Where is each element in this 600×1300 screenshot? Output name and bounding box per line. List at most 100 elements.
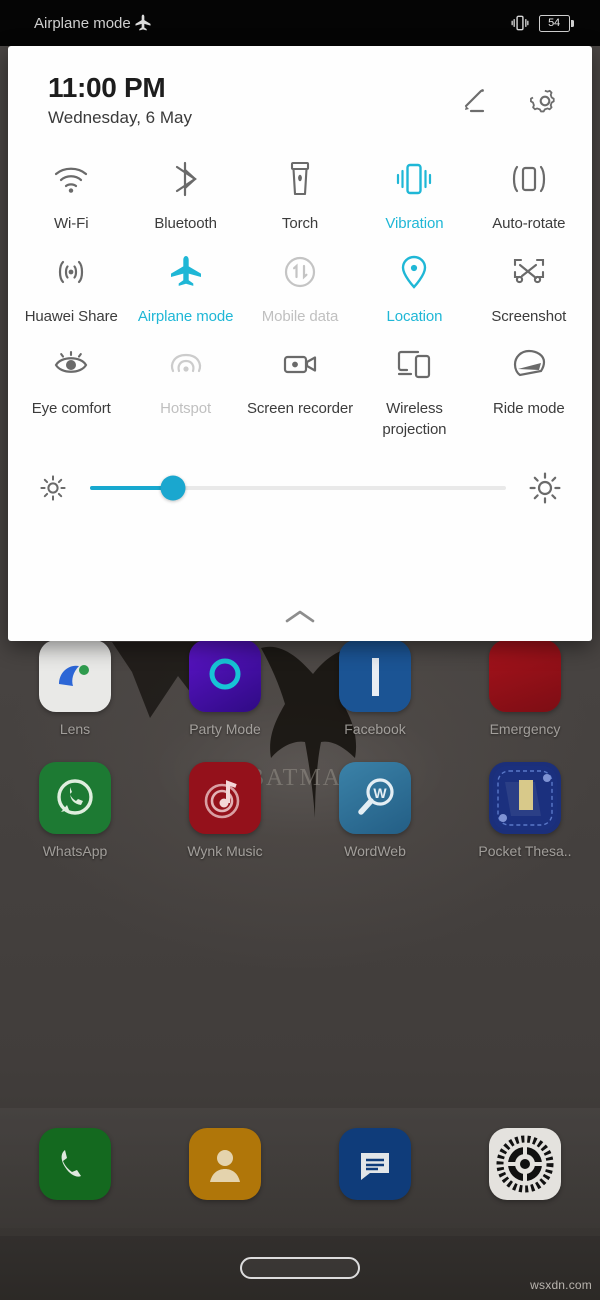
app-label: WhatsApp bbox=[42, 843, 108, 859]
toggle-label: Screenshot bbox=[491, 307, 567, 325]
wifi-icon bbox=[50, 156, 92, 202]
toggle-label: Airplane mode bbox=[137, 307, 234, 325]
toggle-ride-mode[interactable]: Ride mode bbox=[472, 327, 586, 441]
toggle-label: Wireless projection bbox=[382, 399, 447, 439]
airplane-icon bbox=[133, 13, 153, 33]
eye-comfort-icon bbox=[50, 341, 92, 387]
screen-recorder-icon bbox=[279, 341, 321, 387]
brightness-low-icon[interactable] bbox=[38, 473, 68, 503]
toggle-vibration[interactable]: Vibration bbox=[357, 142, 471, 234]
toggle-screen-recorder[interactable]: Screen recorder bbox=[243, 327, 357, 441]
toggle-torch[interactable]: Torch bbox=[243, 142, 357, 234]
app-item-pocket-thesaurus[interactable]: Pocket Thesa.. bbox=[450, 762, 600, 859]
app-row-2: WhatsApp Wynk Music W WordWeb Pocket The… bbox=[0, 762, 600, 859]
app-label: Emergency bbox=[489, 721, 561, 737]
ride-mode-icon bbox=[508, 341, 550, 387]
toggle-label: Wi-Fi bbox=[53, 215, 89, 233]
messages-icon bbox=[339, 1128, 411, 1200]
toggle-label: Ride mode bbox=[493, 399, 565, 417]
toggle-row-1: Wi-Fi Bluetooth Torch Vibration Auto-rot… bbox=[14, 142, 586, 234]
google-lens-icon bbox=[39, 640, 111, 712]
toggle-bluetooth[interactable]: Bluetooth bbox=[128, 142, 242, 234]
torch-icon bbox=[279, 156, 321, 202]
huawei-share-icon bbox=[50, 249, 92, 295]
toggle-screenshot[interactable]: Screenshot bbox=[472, 235, 586, 327]
wordweb-icon: W bbox=[339, 762, 411, 834]
app-label: Party Mode bbox=[189, 721, 261, 737]
toggle-wifi[interactable]: Wi-Fi bbox=[14, 142, 128, 234]
edit-toggles-button[interactable] bbox=[456, 84, 490, 118]
whatsapp-icon bbox=[39, 762, 111, 834]
toggle-label: Vibration bbox=[385, 215, 444, 233]
pencil-edit-icon bbox=[464, 89, 485, 113]
panel-header: 11:00 PM Wednesday, 6 May bbox=[8, 46, 592, 128]
app-item-whatsapp[interactable]: WhatsApp bbox=[0, 762, 150, 859]
toggle-eye-comfort[interactable]: Eye comfort bbox=[14, 327, 128, 441]
bluetooth-icon bbox=[165, 156, 207, 202]
collapse-panel-button[interactable] bbox=[8, 593, 592, 641]
toggle-grid: Wi-Fi Bluetooth Torch Vibration Auto-rot… bbox=[8, 128, 592, 440]
toggle-row-3: Eye comfort Hotspot Screen recorder Wire… bbox=[14, 327, 586, 441]
hotspot-icon bbox=[165, 341, 207, 387]
dock-item-settings[interactable]: Settings bbox=[450, 1128, 600, 1225]
navigation-bar bbox=[0, 1236, 600, 1300]
battery-icon: 54 bbox=[538, 14, 574, 32]
toggle-label: Auto-rotate bbox=[492, 215, 566, 233]
status-bar-left: Airplane mode bbox=[34, 13, 153, 33]
quick-settings-panel: 11:00 PM Wednesday, 6 May Wi-Fi Bluetoot… bbox=[8, 46, 592, 641]
status-airplane-label: Airplane mode bbox=[34, 14, 131, 32]
app-label: Pocket Thesa.. bbox=[478, 843, 572, 859]
phone-icon bbox=[39, 1128, 111, 1200]
toggle-mobile-data[interactable]: Mobile data bbox=[243, 235, 357, 327]
status-bar-right: 54 bbox=[510, 13, 574, 33]
location-pin-icon bbox=[393, 249, 435, 295]
app-label: Wynk Music bbox=[187, 843, 263, 859]
toggle-auto-rotate[interactable]: Auto-rotate bbox=[472, 142, 586, 234]
toggle-label: Mobile data bbox=[261, 307, 339, 325]
app-item-wordweb[interactable]: W WordWeb bbox=[300, 762, 450, 859]
toggle-label: Location bbox=[386, 307, 443, 325]
clock-date: Wednesday, 6 May bbox=[48, 108, 192, 128]
app-item-facebook[interactable]: Facebook bbox=[300, 640, 450, 737]
chevron-up-icon bbox=[285, 610, 315, 623]
dock-item-contacts[interactable]: Contacts bbox=[150, 1128, 300, 1225]
brightness-high-icon[interactable] bbox=[528, 471, 562, 505]
app-item-party-mode[interactable]: Party Mode bbox=[150, 640, 300, 737]
app-label: Facebook bbox=[344, 721, 406, 737]
facebook-icon bbox=[339, 640, 411, 712]
brightness-slider[interactable] bbox=[90, 475, 506, 501]
party-mode-icon bbox=[189, 640, 261, 712]
home-pill-icon[interactable] bbox=[240, 1257, 360, 1279]
toggle-hotspot[interactable]: Hotspot bbox=[128, 327, 242, 441]
toggle-airplane-mode[interactable]: Airplane mode bbox=[128, 235, 242, 327]
dock-row: Phone Contacts Messages bbox=[0, 1128, 600, 1225]
toggle-label: Hotspot bbox=[160, 399, 212, 417]
contacts-icon bbox=[189, 1128, 261, 1200]
toggle-huawei-share[interactable]: Huawei Share bbox=[14, 235, 128, 327]
settings-gear-icon bbox=[489, 1128, 561, 1200]
dock-item-phone[interactable]: Phone bbox=[0, 1128, 150, 1225]
toggle-location[interactable]: Location bbox=[357, 235, 471, 327]
app-row-1: Lens Party Mode Facebook Emergency bbox=[0, 640, 600, 737]
toggle-label: Bluetooth bbox=[154, 215, 217, 233]
vibrate-icon bbox=[393, 156, 435, 202]
brightness-slider-thumb[interactable] bbox=[160, 475, 186, 501]
vibrate-icon bbox=[510, 13, 530, 33]
pocket-thesaurus-icon bbox=[489, 762, 561, 834]
clock-block: 11:00 PM Wednesday, 6 May bbox=[48, 72, 456, 128]
wynk-music-icon bbox=[189, 762, 261, 834]
dock-item-messages[interactable]: Messages bbox=[300, 1128, 450, 1225]
app-item-emergency[interactable]: Emergency bbox=[450, 640, 600, 737]
clock-time: 11:00 PM bbox=[48, 72, 166, 103]
toggle-wireless-projection[interactable]: Wireless projection bbox=[357, 327, 471, 441]
app-label: Lens bbox=[59, 721, 91, 737]
auto-rotate-icon bbox=[508, 156, 550, 202]
app-item-lens[interactable]: Lens bbox=[0, 640, 150, 737]
panel-header-actions bbox=[456, 72, 562, 118]
emergency-icon bbox=[489, 640, 561, 712]
brightness-control bbox=[8, 441, 592, 505]
app-item-wynk-music[interactable]: Wynk Music bbox=[150, 762, 300, 859]
toggle-label: Torch bbox=[281, 215, 319, 233]
settings-button[interactable] bbox=[528, 84, 562, 118]
toggle-label: Screen recorder bbox=[246, 399, 354, 417]
